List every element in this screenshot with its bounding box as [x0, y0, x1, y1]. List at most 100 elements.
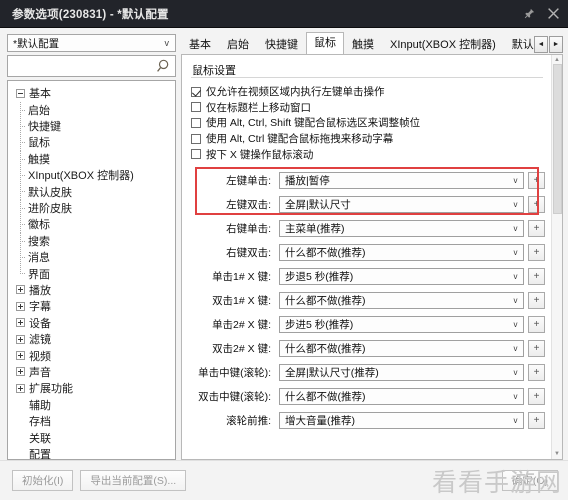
panel-scrollbar[interactable]: ▲ ▼: [551, 55, 562, 459]
expand-icon[interactable]: [16, 351, 25, 361]
checkbox-3[interactable]: [191, 133, 201, 144]
tree-item[interactable]: 声音: [8, 364, 175, 380]
tab-scroll-next-button[interactable]: ►: [549, 36, 563, 53]
checkbox-label: 仅允许在视频区域内执行左键单击操作: [206, 86, 385, 99]
action-select[interactable]: 步退5 秒(推荐) v: [279, 268, 524, 286]
add-action-button[interactable]: +: [528, 268, 545, 286]
add-action-button[interactable]: +: [528, 172, 545, 190]
reset-button[interactable]: 初始化(I): [12, 470, 74, 491]
add-action-button[interactable]: +: [528, 364, 545, 382]
chevron-down-icon: v: [513, 176, 518, 186]
action-select[interactable]: 全屏|默认尺寸 v: [279, 196, 524, 214]
tree-item[interactable]: 配置: [8, 446, 175, 459]
tab-1[interactable]: 启始: [219, 35, 257, 54]
scroll-down-arrow[interactable]: ▼: [554, 450, 560, 458]
scroll-up-arrow[interactable]: ▲: [554, 56, 560, 64]
tree-item[interactable]: 辅助: [8, 397, 175, 413]
action-row: 双击中键(滚轮): 什么都不做(推荐) v +: [191, 385, 545, 409]
checkbox-0[interactable]: [191, 86, 201, 97]
expand-icon[interactable]: [16, 301, 25, 311]
tree-item[interactable]: 扩展功能: [8, 380, 175, 396]
tree-item[interactable]: 界面: [8, 265, 175, 281]
tree-item-label: 声音: [29, 366, 51, 379]
action-row-label: 单击2# X 键:: [212, 319, 271, 332]
expand-icon[interactable]: [16, 285, 25, 295]
action-select[interactable]: 播放|暂停 v: [279, 172, 524, 190]
settings-tree[interactable]: 基本 启始 快捷键 鼠标 触摸 XInput(XBOX 控制器) 默认皮肤 进阶皮肤 徽标 搜索消…: [7, 80, 176, 460]
close-icon[interactable]: [542, 4, 564, 24]
tree-item-label: 存档: [29, 416, 51, 429]
action-select[interactable]: 增大音量(推荐) v: [279, 412, 524, 430]
tree-item[interactable]: 字幕: [8, 298, 175, 314]
collapse-icon[interactable]: [16, 88, 25, 98]
add-action-button[interactable]: +: [528, 220, 545, 238]
chevron-down-icon: v: [164, 38, 170, 49]
tree-item[interactable]: 快捷键: [8, 117, 175, 135]
tree-item[interactable]: 关联: [8, 429, 175, 445]
tree-item[interactable]: 视频: [8, 347, 175, 363]
checkbox-group: 仅允许在视频区域内执行左键单击操作 仅在标题栏上移动窗口 使用 Alt, Ctrl,…: [191, 84, 545, 162]
add-action-button[interactable]: +: [528, 292, 545, 310]
add-action-button[interactable]: +: [528, 340, 545, 358]
action-select[interactable]: 主菜单(推荐) v: [279, 220, 524, 238]
tree-item[interactable]: 消息: [8, 249, 175, 266]
tree-item[interactable]: 播放: [8, 282, 175, 298]
tab-4[interactable]: 触摸: [344, 35, 382, 54]
tree-item[interactable]: 徽标: [8, 216, 175, 234]
tree-item[interactable]: 存档: [8, 413, 175, 429]
checkbox-row[interactable]: 仅允许在视频区域内执行左键单击操作: [191, 84, 545, 100]
tab-6[interactable]: 默认皮: [504, 35, 534, 54]
tab-2[interactable]: 快捷键: [257, 35, 306, 54]
tree-item[interactable]: 默认皮肤: [8, 183, 175, 201]
search-box[interactable]: [7, 55, 176, 78]
tree-item-label: 搜索: [28, 235, 50, 248]
action-select[interactable]: 全屏|默认尺寸(推荐) v: [279, 364, 524, 382]
checkbox-4[interactable]: [191, 149, 201, 160]
tree-item[interactable]: XInput(XBOX 控制器): [8, 167, 175, 184]
tab-3[interactable]: 鼠标: [306, 32, 344, 54]
action-row: 右键单击: 主菜单(推荐) v +: [191, 217, 545, 241]
expand-icon[interactable]: [16, 334, 25, 344]
search-input[interactable]: [13, 59, 156, 74]
action-select[interactable]: 步进5 秒(推荐) v: [279, 316, 524, 334]
tree-item[interactable]: 搜索: [8, 232, 175, 250]
checkbox-1[interactable]: [191, 102, 201, 113]
tab-5[interactable]: XInput(XBOX 控制器): [382, 35, 504, 54]
add-action-button[interactable]: +: [528, 316, 545, 334]
checkbox-row[interactable]: 按下 X 键操作鼠标滚动: [191, 146, 545, 162]
checkbox-row[interactable]: 使用 Alt, Ctrl, Shift 键配合鼠标选区来调整帧位: [191, 115, 545, 131]
tree-item[interactable]: 基本: [8, 85, 175, 101]
chevron-down-icon: v: [513, 416, 518, 426]
action-rows: 左键单击: 播放|暂停 v + 左键双击: 全屏|默认尺寸 v + 右键单击: 主菜单(推荐) v +…: [191, 166, 545, 433]
profile-combo[interactable]: *默认配置 v: [7, 34, 176, 53]
tree-item[interactable]: 鼠标: [8, 134, 175, 152]
action-select[interactable]: 什么都不做(推荐) v: [279, 340, 524, 358]
tree-item[interactable]: 启始: [8, 101, 175, 119]
expand-icon[interactable]: [16, 367, 25, 377]
action-select[interactable]: 什么都不做(推荐) v: [279, 388, 524, 406]
pin-icon[interactable]: [518, 4, 540, 24]
tab-0[interactable]: 基本: [181, 35, 219, 54]
add-action-button[interactable]: +: [528, 388, 545, 406]
checkbox-row[interactable]: 使用 Alt, Ctrl 键配合鼠标拖拽来移动字幕: [191, 131, 545, 147]
expand-icon[interactable]: [16, 383, 25, 393]
add-action-button[interactable]: +: [528, 196, 545, 214]
tree-item[interactable]: 触摸: [8, 150, 175, 168]
section-title: 鼠标设置: [192, 65, 236, 77]
add-action-button[interactable]: +: [528, 244, 545, 262]
export-config-button[interactable]: 导出当前配置(S)...: [80, 470, 187, 491]
action-select[interactable]: 什么都不做(推荐) v: [279, 292, 524, 310]
checkbox-label: 按下 X 键操作鼠标滚动: [206, 148, 314, 161]
tree-item-label: 滤镜: [29, 334, 51, 347]
scrollbar-track[interactable]: [553, 214, 562, 450]
scrollbar-thumb[interactable]: [552, 64, 562, 214]
expand-icon[interactable]: [16, 318, 25, 328]
action-select[interactable]: 什么都不做(推荐) v: [279, 244, 524, 262]
add-action-button[interactable]: +: [528, 412, 545, 430]
tab-scroll-prev-button[interactable]: ◄: [534, 36, 548, 53]
tree-item[interactable]: 进阶皮肤: [8, 199, 175, 217]
checkbox-2[interactable]: [191, 117, 201, 128]
checkbox-row[interactable]: 仅在标题栏上移动窗口: [191, 100, 545, 116]
tree-item[interactable]: 设备: [8, 315, 175, 331]
tree-item[interactable]: 滤镜: [8, 331, 175, 347]
